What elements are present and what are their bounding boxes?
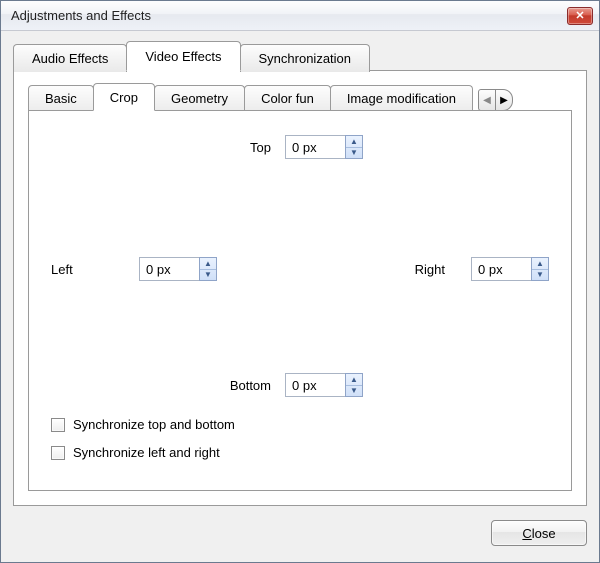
tab-video-effects[interactable]: Video Effects bbox=[126, 41, 240, 71]
tab-synchronization[interactable]: Synchronization bbox=[240, 44, 371, 72]
crop-bottom-group: Bottom ▲ ▼ bbox=[215, 373, 363, 397]
client-area: Audio Effects Video Effects Synchronizat… bbox=[1, 31, 599, 562]
crop-top-spin: ▲ ▼ bbox=[345, 135, 363, 159]
spin-down-icon[interactable]: ▼ bbox=[532, 270, 548, 281]
tab-geometry[interactable]: Geometry bbox=[154, 85, 245, 111]
tab-crop[interactable]: Crop bbox=[93, 83, 155, 111]
crop-left-spin: ▲ ▼ bbox=[199, 257, 217, 281]
tab-audio-effects[interactable]: Audio Effects bbox=[13, 44, 127, 72]
crop-right-stepper: ▲ ▼ bbox=[471, 257, 549, 281]
crop-left-stepper: ▲ ▼ bbox=[139, 257, 217, 281]
close-mnemonic: C bbox=[522, 526, 531, 541]
spin-down-icon[interactable]: ▼ bbox=[200, 270, 216, 281]
dialog-window: Adjustments and Effects ✕ Audio Effects … bbox=[0, 0, 600, 563]
tab-image-modification[interactable]: Image modification bbox=[330, 85, 473, 111]
spin-down-icon[interactable]: ▼ bbox=[346, 148, 362, 159]
tab-basic[interactable]: Basic bbox=[28, 85, 94, 111]
tab-scroll-right-icon[interactable]: ▶ bbox=[495, 89, 513, 111]
tab-scroll: ◀ ▶ bbox=[478, 89, 513, 111]
crop-right-group: Right ▲ ▼ bbox=[405, 257, 549, 281]
video-effects-panel: Basic Crop Geometry Color fun Image modi… bbox=[13, 70, 587, 506]
close-icon[interactable]: ✕ bbox=[567, 7, 593, 25]
titlebar: Adjustments and Effects ✕ bbox=[1, 1, 599, 31]
tab-scroll-left-icon[interactable]: ◀ bbox=[478, 89, 496, 111]
crop-top-label: Top bbox=[215, 140, 271, 155]
crop-right-spin: ▲ ▼ bbox=[531, 257, 549, 281]
dialog-footer: Close bbox=[13, 506, 587, 550]
close-rest: lose bbox=[532, 526, 556, 541]
crop-top-stepper: ▲ ▼ bbox=[285, 135, 363, 159]
sync-top-bottom-checkbox[interactable] bbox=[51, 418, 65, 432]
spin-up-icon[interactable]: ▲ bbox=[532, 258, 548, 270]
spin-up-icon[interactable]: ▲ bbox=[200, 258, 216, 270]
crop-left-label: Left bbox=[51, 262, 91, 277]
crop-top-group: Top ▲ ▼ bbox=[215, 135, 363, 159]
close-button[interactable]: Close bbox=[491, 520, 587, 546]
tab-color-fun[interactable]: Color fun bbox=[244, 85, 331, 111]
video-effects-tabbar: Basic Crop Geometry Color fun Image modi… bbox=[28, 83, 572, 111]
window-title: Adjustments and Effects bbox=[11, 8, 567, 23]
crop-panel: Top ▲ ▼ Left bbox=[28, 110, 572, 491]
main-tabbar: Audio Effects Video Effects Synchronizat… bbox=[13, 41, 587, 71]
crop-top-input[interactable] bbox=[285, 135, 345, 159]
spin-up-icon[interactable]: ▲ bbox=[346, 374, 362, 386]
sync-top-bottom-label: Synchronize top and bottom bbox=[73, 417, 235, 432]
spin-down-icon[interactable]: ▼ bbox=[346, 386, 362, 397]
crop-bottom-spin: ▲ ▼ bbox=[345, 373, 363, 397]
sync-left-right-checkbox[interactable] bbox=[51, 446, 65, 460]
crop-bottom-input[interactable] bbox=[285, 373, 345, 397]
sync-top-bottom-row[interactable]: Synchronize top and bottom bbox=[51, 417, 235, 432]
sync-left-right-row[interactable]: Synchronize left and right bbox=[51, 445, 220, 460]
spin-up-icon[interactable]: ▲ bbox=[346, 136, 362, 148]
crop-left-group: Left ▲ ▼ bbox=[51, 257, 217, 281]
crop-right-input[interactable] bbox=[471, 257, 531, 281]
crop-right-label: Right bbox=[405, 262, 445, 277]
crop-bottom-stepper: ▲ ▼ bbox=[285, 373, 363, 397]
crop-bottom-label: Bottom bbox=[215, 378, 271, 393]
sync-left-right-label: Synchronize left and right bbox=[73, 445, 220, 460]
crop-left-input[interactable] bbox=[139, 257, 199, 281]
crop-layout: Top ▲ ▼ Left bbox=[45, 131, 555, 476]
